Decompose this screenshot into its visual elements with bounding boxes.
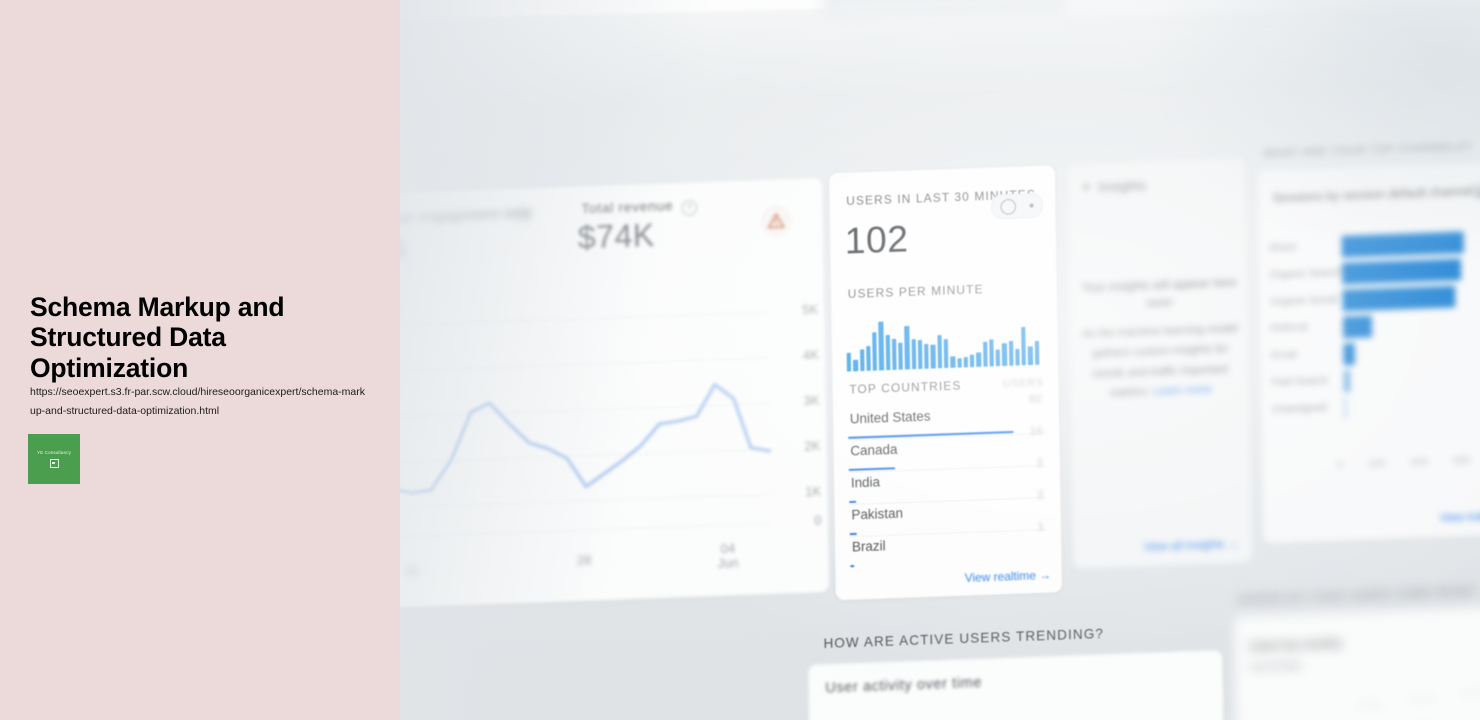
page-title: Schema Markup and Structured Data Optimi… [30,291,285,384]
brand-mark-icon [49,459,59,468]
dashboard-photo: Average engagement time ? 51s Total reve… [400,0,1480,720]
info-panel: Schema Markup and Structured Data Optimi… [0,0,400,720]
brand-logo[interactable]: YE Consultancy [28,434,80,484]
page-url[interactable]: https://seoexpert.s3.fr-par.scw.cloud/hi… [30,383,365,422]
screenshot-root: Average engagement time ? 51s Total reve… [0,0,1480,720]
photo-lighting-overlay [400,0,1480,720]
brand-name: YE Consultancy [36,450,72,455]
